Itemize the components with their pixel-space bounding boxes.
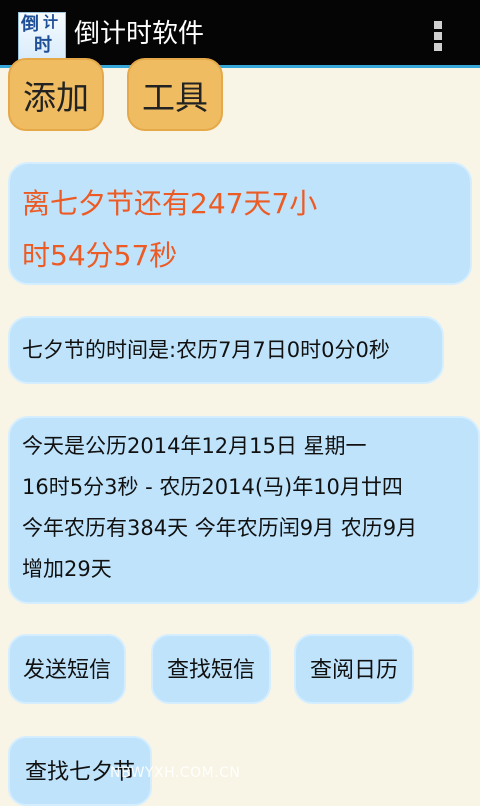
countdown-line-2: 时54分57秒: [22, 239, 178, 272]
lunar-year-info-line: 今年农历有384天 今年农历闰9月 农历9月: [22, 516, 418, 540]
add-button[interactable]: 添加: [8, 58, 104, 131]
find-sms-button[interactable]: 查找短信: [151, 634, 271, 704]
target-time-card: 七夕节的时间是:农历7月7日0时0分0秒: [8, 316, 444, 384]
menu-dot: [434, 21, 442, 29]
view-calendar-button[interactable]: 查阅日历: [294, 634, 414, 704]
watermark: NBWYXH.COM.CN: [110, 765, 241, 781]
countdown-app-icon: 倒 计 时: [18, 12, 66, 60]
today-info-card: 今天是公历2014年12月15日 星期一 16时5分3秒 - 农历2014(马)…: [8, 416, 480, 604]
menu-dot: [434, 43, 442, 51]
today-lunar-time-line: 16时5分3秒 - 农历2014(马)年10月廿四: [22, 475, 403, 499]
app-title: 倒计时软件: [74, 19, 205, 49]
countdown-card: 离七夕节还有247天7小 时54分57秒: [8, 162, 472, 285]
send-sms-button[interactable]: 发送短信: [8, 634, 126, 704]
menu-dot: [434, 32, 442, 40]
today-date-line: 今天是公历2014年12月15日 星期一: [22, 434, 367, 458]
tools-button[interactable]: 工具: [127, 58, 223, 131]
app-icon-char-3: 时: [34, 35, 52, 56]
countdown-line-1: 离七夕节还有247天7小: [22, 187, 318, 220]
overflow-menu-icon[interactable]: [426, 18, 450, 52]
lunar-added-days-line: 增加29天: [22, 557, 112, 581]
app-icon-char-2: 计: [43, 13, 59, 31]
target-time-text: 七夕节的时间是:农历7月7日0时0分0秒: [22, 338, 390, 362]
app-icon-char-1: 倒: [21, 14, 39, 35]
